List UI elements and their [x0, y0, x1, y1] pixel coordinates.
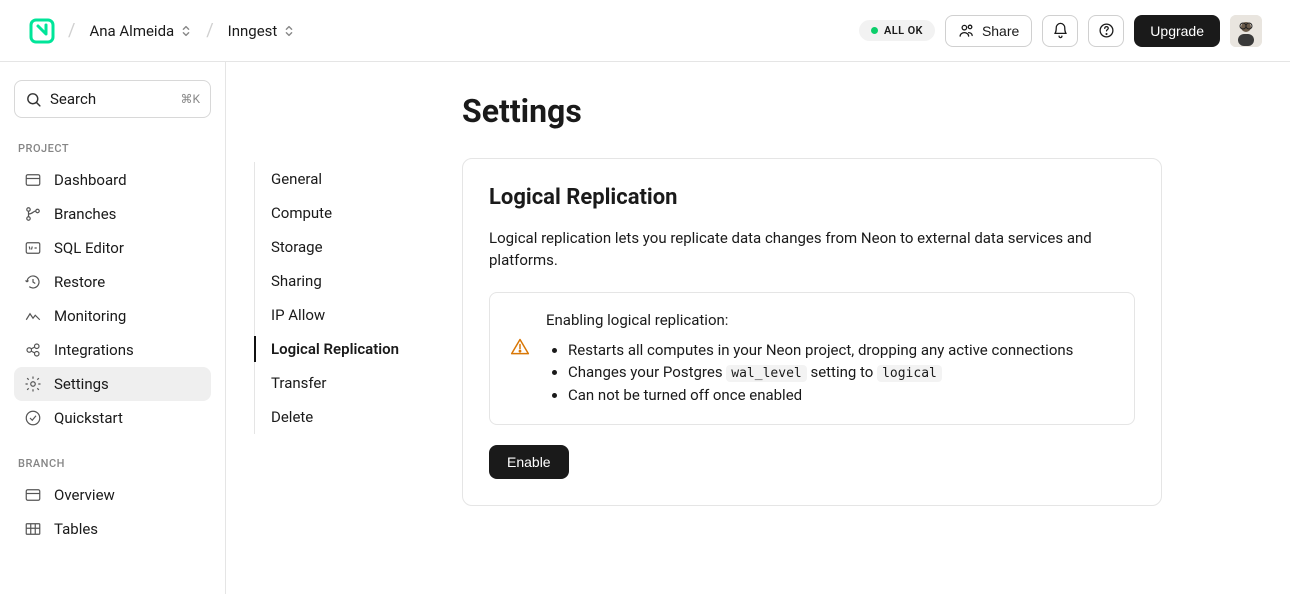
share-button[interactable]: Share	[945, 15, 1032, 47]
nav-list-project: Dashboard Branches SQL Editor Restore Monito…	[14, 163, 211, 435]
breadcrumb-separator: /	[206, 20, 213, 41]
warning-item: Changes your Postgres wal_level setting …	[568, 361, 1114, 384]
avatar-icon	[1230, 15, 1262, 47]
sidebar-item-label: Tables	[54, 520, 98, 538]
card-title: Logical Replication	[489, 185, 1135, 210]
quickstart-icon	[24, 409, 42, 427]
upgrade-label: Upgrade	[1150, 23, 1204, 39]
card-description: Logical replication lets you replicate d…	[489, 228, 1135, 272]
sidebar-item-restore[interactable]: Restore	[14, 265, 211, 299]
share-label: Share	[982, 23, 1019, 39]
sidebar-item-integrations[interactable]: Integrations	[14, 333, 211, 367]
restore-icon	[24, 273, 42, 291]
status-dot-icon	[871, 27, 878, 34]
search-placeholder: Search	[50, 90, 172, 108]
subnav-item-ip-allow[interactable]: IP Allow	[271, 298, 406, 332]
subnav-item-transfer[interactable]: Transfer	[271, 366, 406, 400]
breadcrumb-user-label: Ana Almeida	[89, 22, 174, 40]
sidebar-item-quickstart[interactable]: Quickstart	[14, 401, 211, 435]
notifications-button[interactable]	[1042, 15, 1078, 47]
dashboard-icon	[24, 171, 42, 189]
warning-box: Enabling logical replication: Restarts a…	[489, 292, 1135, 426]
avatar[interactable]	[1230, 15, 1262, 47]
header-right: ALL OK Share Upgrade	[859, 15, 1262, 47]
sidebar-item-label: Monitoring	[54, 307, 126, 325]
enable-label: Enable	[507, 454, 551, 470]
breadcrumb-project-label: Inngest	[228, 22, 278, 40]
sql-icon	[24, 239, 42, 257]
help-icon	[1098, 22, 1115, 39]
sidebar-item-branches[interactable]: Branches	[14, 197, 211, 231]
breadcrumb-separator: /	[68, 20, 75, 41]
section-label-project: PROJECT	[14, 134, 211, 163]
sidebar-item-label: Dashboard	[54, 171, 127, 189]
sidebar-item-label: Quickstart	[54, 409, 123, 427]
subnav-item-logical-replication[interactable]: Logical Replication	[271, 332, 406, 366]
sidebar-item-label: Restore	[54, 273, 105, 291]
enable-button[interactable]: Enable	[489, 445, 569, 479]
sidebar-item-label: Overview	[54, 486, 115, 504]
warning-heading: Enabling logical replication:	[546, 311, 1114, 329]
sidebar-item-label: SQL Editor	[54, 239, 124, 257]
monitoring-icon	[24, 307, 42, 325]
settings-subnav-inner: GeneralComputeStorageSharingIP AllowLogi…	[254, 162, 406, 434]
help-button[interactable]	[1088, 15, 1124, 47]
tables-icon	[24, 520, 42, 538]
subnav-item-storage[interactable]: Storage	[271, 230, 406, 264]
section-label-branch: BRANCH	[14, 449, 211, 478]
overview-icon	[24, 486, 42, 504]
warning-item: Can not be turned off once enabled	[568, 384, 1114, 407]
warning-icon	[510, 337, 530, 357]
sidebar-item-settings[interactable]: Settings	[14, 367, 211, 401]
header-left: / Ana Almeida / Inngest	[28, 17, 297, 45]
nav-list-branch: Overview Tables	[14, 478, 211, 546]
settings-icon	[24, 375, 42, 393]
subnav-item-delete[interactable]: Delete	[271, 400, 406, 434]
integrations-icon	[24, 341, 42, 359]
chevron-updown-icon	[180, 24, 192, 38]
subnav-item-sharing[interactable]: Sharing	[271, 264, 406, 298]
sidebar-item-label: Branches	[54, 205, 116, 223]
branches-icon	[24, 205, 42, 223]
sidebar-item-sql-editor[interactable]: SQL Editor	[14, 231, 211, 265]
bell-icon	[1052, 22, 1069, 39]
sidebar-item-dashboard[interactable]: Dashboard	[14, 163, 211, 197]
page-title: Settings	[462, 92, 1230, 130]
sidebar-item-label: Integrations	[54, 341, 134, 359]
logo-icon[interactable]	[28, 17, 56, 45]
search-input[interactable]: Search ⌘K	[14, 80, 211, 118]
breadcrumb-user[interactable]: Ana Almeida	[87, 18, 194, 44]
search-kbd: ⌘K	[180, 92, 200, 106]
main-content: Settings Logical Replication Logical rep…	[406, 62, 1290, 594]
settings-subnav: GeneralComputeStorageSharingIP AllowLogi…	[226, 62, 406, 594]
users-icon	[958, 22, 975, 39]
layout: Search ⌘K PROJECT Dashboard Branches SQL E…	[0, 62, 1290, 594]
sidebar-item-tables[interactable]: Tables	[14, 512, 211, 546]
sidebar: Search ⌘K PROJECT Dashboard Branches SQL E…	[0, 62, 226, 594]
status-text: ALL OK	[884, 24, 923, 37]
subnav-item-compute[interactable]: Compute	[271, 196, 406, 230]
header: / Ana Almeida / Inngest ALL OK Share	[0, 0, 1290, 62]
sidebar-item-label: Settings	[54, 375, 109, 393]
upgrade-button[interactable]: Upgrade	[1134, 15, 1220, 47]
chevron-updown-icon	[283, 24, 295, 38]
status-pill[interactable]: ALL OK	[859, 20, 935, 41]
sidebar-item-overview[interactable]: Overview	[14, 478, 211, 512]
warning-item: Restarts all computes in your Neon proje…	[568, 339, 1114, 362]
sidebar-item-monitoring[interactable]: Monitoring	[14, 299, 211, 333]
subnav-item-general[interactable]: General	[271, 162, 406, 196]
warning-list: Restarts all computes in your Neon proje…	[546, 339, 1114, 407]
breadcrumb-project[interactable]: Inngest	[226, 18, 298, 44]
search-icon	[25, 91, 42, 108]
logical-replication-card: Logical Replication Logical replication …	[462, 158, 1162, 506]
warning-content: Enabling logical replication: Restarts a…	[546, 311, 1114, 407]
